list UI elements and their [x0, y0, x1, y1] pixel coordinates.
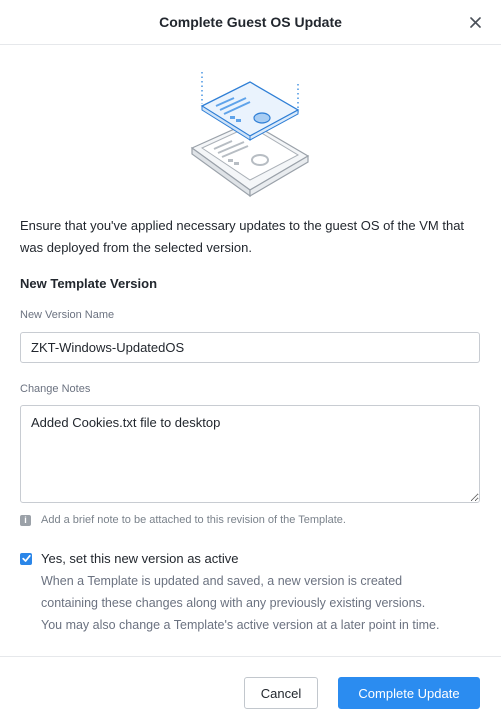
- version-name-label: New Version Name: [20, 309, 115, 321]
- complete-update-button[interactable]: Complete Update: [338, 677, 480, 709]
- section-title: New Template Version: [20, 276, 158, 291]
- change-notes-label: Change Notes: [20, 383, 91, 395]
- version-name-input[interactable]: [20, 332, 480, 363]
- dialog-title: Complete Guest OS Update: [159, 14, 342, 30]
- set-active-checkbox[interactable]: [20, 552, 32, 565]
- description-line: containing these changes along with any …: [41, 596, 426, 610]
- checkmark-icon: [21, 554, 31, 562]
- complete-guest-os-update-dialog: Complete Guest OS Update Ensure that you…: [0, 0, 501, 723]
- cancel-button[interactable]: Cancel: [244, 677, 318, 709]
- intro-text: Ensure that you've applied necessary upd…: [20, 218, 465, 255]
- info-icon: i: [20, 514, 31, 526]
- dialog-header: Complete Guest OS Update: [0, 0, 501, 45]
- change-notes-hint: i Add a brief note to be attached to thi…: [20, 514, 346, 526]
- hint-text: Add a brief note to be attached to this …: [41, 514, 346, 526]
- close-icon: [469, 16, 481, 28]
- template-update-illustration: [190, 72, 310, 198]
- dialog-footer: Cancel Complete Update: [0, 656, 501, 723]
- description-line: You may also change a Template's active …: [41, 618, 440, 632]
- close-button[interactable]: [467, 14, 483, 30]
- set-active-label[interactable]: Yes, set this new version as active: [41, 551, 239, 566]
- description-line: When a Template is updated and saved, a …: [41, 574, 403, 588]
- change-notes-textarea[interactable]: Added Cookies.txt file to desktop: [20, 405, 480, 503]
- set-active-row: Yes, set this new version as active: [20, 551, 239, 566]
- set-active-description: When a Template is updated and saved, a …: [41, 570, 491, 636]
